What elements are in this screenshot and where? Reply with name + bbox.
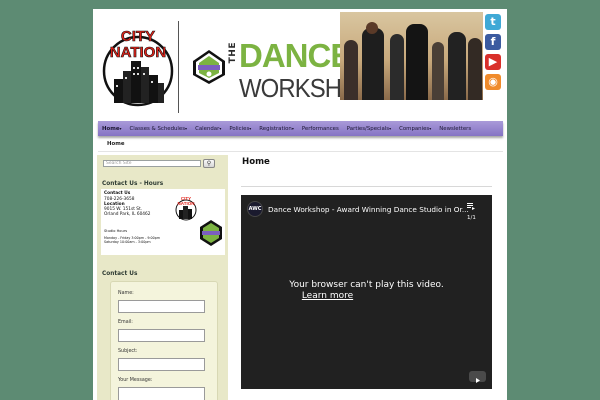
nav-item-companies[interactable]: Companies▾: [399, 126, 431, 132]
email-label: Email:: [118, 320, 133, 325]
nav-item-label: Registration: [259, 125, 292, 132]
video-player[interactable]: AWC Dance Workshop - Award Winning Dance…: [241, 195, 492, 389]
video-message-text: Your browser can't play this video.: [289, 280, 444, 290]
dance-logo-the: THE: [228, 42, 238, 64]
card-address2: Orland Park, IL 60462: [104, 212, 151, 217]
nav-item-label: Calendar: [195, 125, 220, 132]
title-divider: [241, 186, 492, 187]
nav-item-policies[interactable]: Policies▾: [229, 126, 251, 132]
card-city-nation-logo: CITY NATION: [175, 196, 197, 221]
search-input[interactable]: Search Site: [103, 160, 201, 167]
message-label: Your Message:: [118, 378, 153, 383]
card-dance-logo: [200, 220, 222, 246]
subject-field[interactable]: [118, 358, 205, 371]
svg-text:NATION: NATION: [178, 201, 195, 206]
page-container: CITY NATION THE DANCE WORKSHOP t f ▶ ◉ Home…: [93, 9, 507, 400]
contact-hours-card: Contact Us 708-226-3658 Location 9015 W.…: [101, 189, 225, 255]
sidebar: Search Site ⚲ Contact Us - Hours Contact…: [97, 155, 228, 400]
nav-item-performances[interactable]: Performances: [302, 126, 339, 132]
nav-item-label: Home: [102, 125, 120, 132]
page-title: Home: [242, 157, 270, 167]
breadcrumb-divider: [98, 151, 503, 152]
magnifier-icon: ⚲: [206, 160, 212, 167]
caret-down-icon: ▾: [429, 125, 432, 131]
rss-icon[interactable]: ◉: [485, 74, 501, 90]
nav-item-registration[interactable]: Registration▾: [259, 126, 294, 132]
card-title: Contact Us: [104, 191, 131, 196]
caret-down-icon: ▾: [185, 125, 188, 131]
nav-item-calendar[interactable]: Calendar▾: [195, 126, 221, 132]
dance-logo-dance: DANCE: [239, 37, 352, 74]
youtube-icon[interactable]: [469, 371, 486, 383]
search-button[interactable]: ⚲: [203, 159, 215, 168]
email-field[interactable]: [118, 329, 205, 342]
nav-item-label: Classes & Schedules: [129, 125, 186, 132]
name-field[interactable]: [118, 300, 205, 313]
header-dancers-photo: [340, 12, 483, 100]
name-label: Name:: [118, 291, 134, 296]
caret-down-icon: ▾: [219, 125, 222, 131]
contact-heading: Contact Us: [102, 271, 138, 277]
social-links: t f ▶ ◉: [485, 14, 501, 94]
caret-down-icon: ▾: [249, 125, 252, 131]
dance-badge-icon: [193, 50, 225, 84]
nav-item-label: Parties/Specials: [346, 125, 390, 132]
city-logo-line1: CITY: [121, 28, 155, 45]
message-field[interactable]: [118, 387, 205, 400]
nav-item-classes-schedules[interactable]: Classes & Schedules▾: [130, 126, 188, 132]
nav-item-label: Companies: [399, 125, 430, 132]
header-divider: [178, 21, 179, 113]
caret-down-icon: ▾: [291, 125, 294, 131]
nav-item-newsletters[interactable]: Newsletters: [439, 126, 471, 132]
city-nation-logo[interactable]: CITY NATION: [102, 21, 174, 113]
breadcrumb[interactable]: Home: [107, 141, 125, 147]
card-hours-title: Studio Hours: [104, 229, 128, 233]
caret-down-icon: ▾: [119, 125, 122, 131]
video-unsupported-message: Your browser can't play this video. Lear…: [241, 280, 492, 301]
contact-hours-heading: Contact Us - Hours: [102, 181, 164, 187]
card-hours2: Saturday 10:00am - 3:00pm: [104, 240, 151, 244]
city-logo-line2: NATION: [110, 44, 166, 61]
playlist-icon[interactable]: [467, 203, 475, 210]
twitter-icon[interactable]: t: [485, 14, 501, 30]
nav-item-home[interactable]: Home▾: [102, 126, 122, 132]
nav-item-label: Newsletters: [439, 125, 472, 132]
learn-more-link[interactable]: Learn more: [163, 291, 492, 301]
subject-label: Subject:: [118, 349, 138, 354]
main-nav: Home▾ Classes & Schedules▾ Calendar▾ Polici…: [98, 121, 503, 136]
facebook-icon[interactable]: f: [485, 34, 501, 50]
youtube-icon[interactable]: ▶: [485, 54, 501, 70]
channel-avatar[interactable]: AWC: [247, 201, 263, 217]
nav-item-label: Performances: [301, 125, 339, 132]
nav-item-parties-specials[interactable]: Parties/Specials▾: [347, 126, 391, 132]
video-title[interactable]: Dance Workshop - Award Winning Dance Stu…: [268, 205, 469, 214]
caret-down-icon: ▾: [389, 125, 392, 131]
playlist-count: 1/1: [467, 215, 476, 221]
nav-item-label: Policies: [229, 125, 250, 132]
